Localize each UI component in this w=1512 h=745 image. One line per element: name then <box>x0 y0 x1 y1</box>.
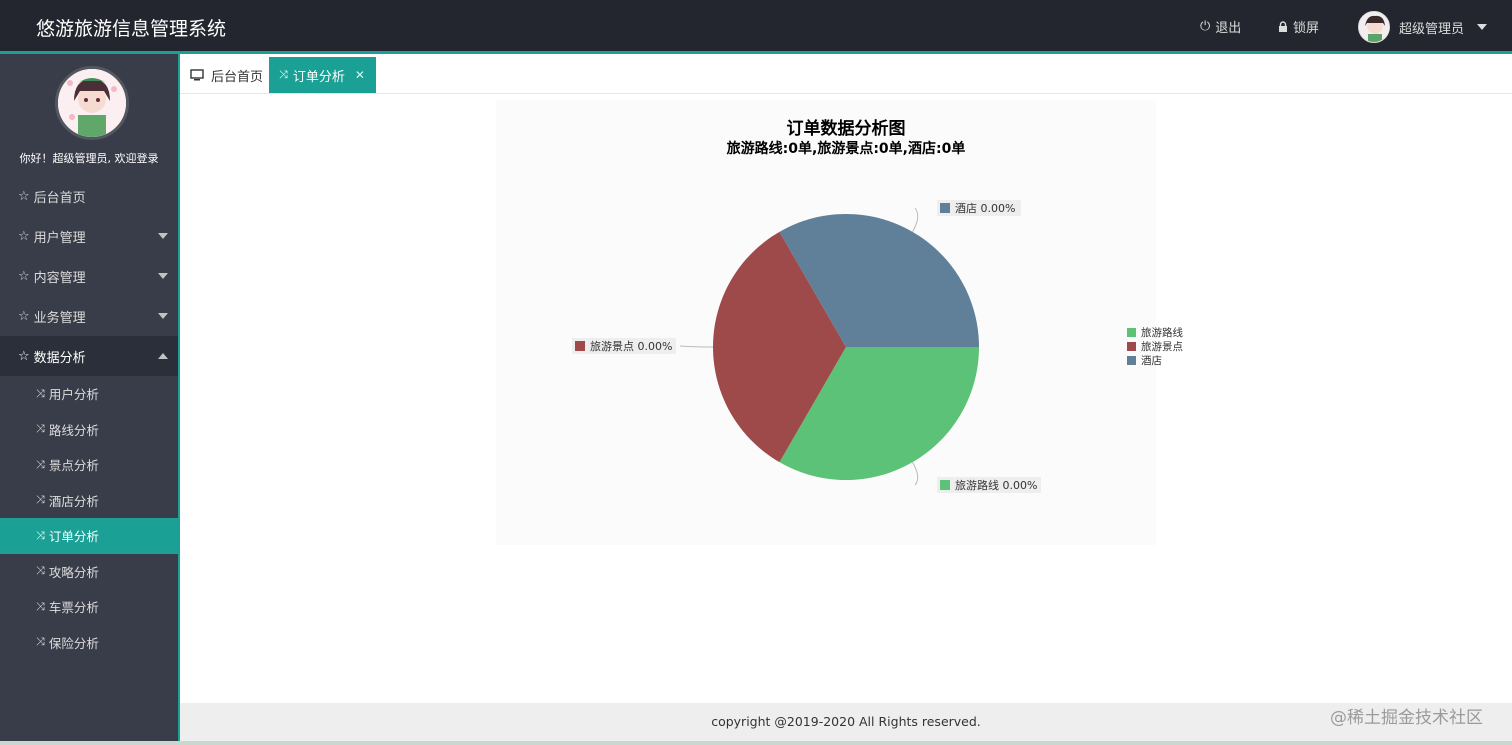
pie-chart: 旅游路线 0.00% 旅游景点 0.00% 酒店 0.00% 旅游路线旅游景点酒店 <box>572 200 1183 493</box>
svg-text:酒店: 酒店 <box>1141 354 1162 367</box>
legend-item[interactable]: 旅游路线 <box>1127 326 1183 339</box>
pie-leader-line <box>912 207 919 233</box>
footer: copyright @2019-2020 All Rights reserved… <box>180 703 1512 741</box>
svg-text:旅游路线 0.00%: 旅游路线 0.00% <box>955 478 1037 492</box>
legend-item[interactable]: 旅游景点 <box>1127 340 1183 353</box>
svg-text:旅游景点 0.00%: 旅游景点 0.00% <box>590 339 672 353</box>
pie-leader-line <box>679 345 714 348</box>
pie-data-label: 酒店 0.00% <box>937 200 1021 216</box>
pie-leader-line <box>912 461 919 486</box>
copyright-text: copyright @2019-2020 All Rights reserved… <box>711 714 981 729</box>
legend-item[interactable]: 酒店 <box>1127 354 1162 367</box>
pie-data-label: 旅游路线 0.00% <box>937 477 1041 493</box>
pie-data-label: 旅游景点 0.00% <box>572 338 676 354</box>
watermark-text: @稀土掘金技术社区 <box>1330 708 1483 728</box>
svg-text:酒店 0.00%: 酒店 0.00% <box>955 201 1015 215</box>
bottom-strip <box>0 741 1512 745</box>
svg-text:旅游路线: 旅游路线 <box>1141 326 1183 339</box>
svg-text:旅游景点: 旅游景点 <box>1141 340 1183 353</box>
